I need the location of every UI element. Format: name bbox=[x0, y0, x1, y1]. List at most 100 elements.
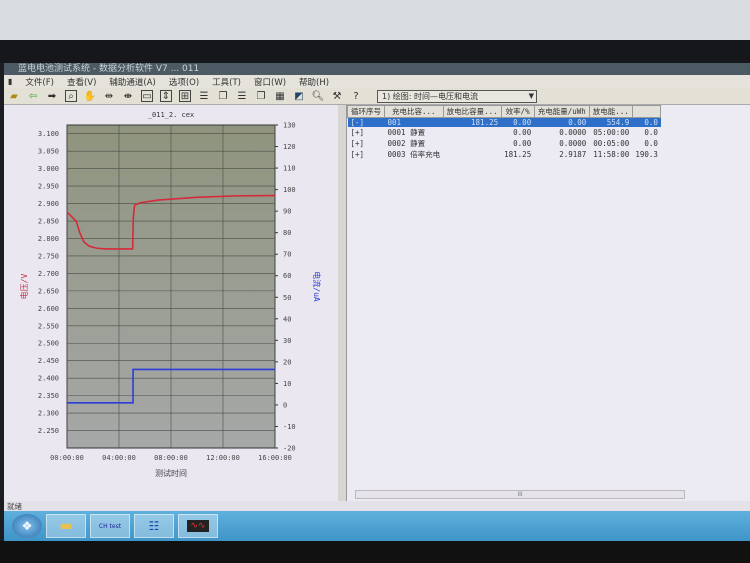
y2-tick-label: 100 bbox=[283, 186, 296, 194]
menu-aux-channel[interactable]: 辅助通道(A) bbox=[109, 76, 155, 88]
taskbar: ❖ ▬ CH test ☷ ∿∿ bbox=[4, 511, 750, 541]
column-header[interactable]: 充电比容... bbox=[384, 105, 444, 118]
table-row[interactable]: [+] 0002 静置 0.00 0.0000 00:05:00 0.0 bbox=[348, 138, 661, 149]
table-cell: 181.25 bbox=[504, 150, 532, 159]
search-icon[interactable]: 🔍︎ bbox=[312, 90, 325, 102]
start-button[interactable]: ❖ bbox=[12, 514, 42, 538]
x-tick-label: 00:00:00 bbox=[50, 454, 84, 462]
column-header[interactable]: 效率/% bbox=[500, 105, 535, 118]
hand-pan-icon[interactable]: ✋ bbox=[84, 90, 96, 102]
app-icon: ▮ bbox=[8, 77, 13, 86]
menu-tools[interactable]: 工具(T) bbox=[212, 76, 241, 88]
column-header[interactable]: 放电比容量... bbox=[442, 105, 502, 118]
y-tick-label: 2.750 bbox=[38, 252, 59, 260]
y-tick-label: 2.850 bbox=[38, 218, 59, 226]
y2-tick-label: 20 bbox=[283, 358, 291, 366]
hammer-icon[interactable]: ⚒ bbox=[331, 90, 343, 102]
table-cell: 0.0 bbox=[632, 117, 661, 127]
table-cell bbox=[443, 127, 501, 138]
y-tick-label: 2.550 bbox=[38, 322, 59, 330]
copy-list-2-icon[interactable]: ❐ bbox=[255, 90, 267, 102]
y-tick-label: 2.950 bbox=[38, 183, 59, 191]
help-icon[interactable]: ? bbox=[350, 90, 362, 102]
expand-horizontal-icon[interactable]: ⇹ bbox=[103, 90, 115, 102]
back-arrow-icon[interactable]: ⇦ bbox=[27, 90, 39, 102]
splitter[interactable] bbox=[338, 105, 346, 501]
column-header[interactable] bbox=[631, 105, 662, 118]
open-folder-icon[interactable]: ▰ bbox=[8, 90, 20, 102]
monitor-bezel-bottom bbox=[0, 541, 750, 563]
waveform-icon: ∿∿ bbox=[187, 520, 209, 532]
y-tick-label: 3.100 bbox=[38, 130, 59, 138]
taskbar-explorer[interactable]: ▬ bbox=[46, 514, 86, 538]
menu-view[interactable]: 查看(V) bbox=[67, 76, 96, 88]
y-tick-label: 2.250 bbox=[38, 427, 59, 435]
table-cell: 554.9 bbox=[589, 117, 633, 127]
table-cell: 0.00 bbox=[513, 128, 532, 137]
monitor-bezel bbox=[0, 40, 750, 63]
table-cell: 00:05:00 bbox=[593, 139, 630, 148]
taskbar-analyzer[interactable]: ∿∿ bbox=[178, 514, 218, 538]
y2-tick-label: 130 bbox=[283, 122, 296, 130]
y-tick-label: 2.650 bbox=[38, 287, 59, 295]
taskbar-monitor[interactable]: ☷ bbox=[134, 514, 174, 538]
fit-all-icon[interactable]: ⊞ bbox=[179, 90, 191, 102]
y2-tick-label: 10 bbox=[283, 380, 291, 388]
y-tick-label: 2.600 bbox=[38, 305, 59, 313]
menu-file[interactable]: 文件(F) bbox=[25, 76, 54, 88]
taskbar-ch-test[interactable]: CH test bbox=[90, 514, 130, 538]
menu-bar: ▮ 文件(F) 查看(V) 辅助通道(A) 选项(O) 工具(T) 窗口(W) … bbox=[4, 75, 750, 88]
list-icon[interactable]: ☰ bbox=[198, 90, 210, 102]
table-cell: 181.25 bbox=[443, 117, 502, 127]
y-tick-label: 2.450 bbox=[38, 357, 59, 365]
chart-pane: _011_2. cex 3.100 3.050 3.000 2.950 2.900 2.85… bbox=[4, 105, 338, 501]
table-row[interactable]: [-] 001 181.25 0.00 0.00 554.9 0.0 bbox=[347, 117, 661, 127]
menu-options[interactable]: 选项(O) bbox=[169, 76, 199, 88]
table-cell: 190.3 bbox=[635, 150, 658, 159]
table-cell bbox=[443, 138, 501, 149]
chart-icon[interactable]: ◩ bbox=[293, 90, 305, 102]
column-header[interactable]: 循环序号 bbox=[347, 105, 385, 118]
y2-tick-label: 120 bbox=[283, 143, 296, 151]
y2-tick-label: 30 bbox=[283, 337, 291, 345]
zoom-box-icon[interactable]: ⌕ bbox=[65, 90, 77, 102]
y-tick-label: 2.300 bbox=[38, 410, 59, 418]
data-table-pane: 循环序号 充电比容... 放电比容量... 效率/% 充电能量/uWh 放电能... [-… bbox=[346, 105, 750, 501]
table-row[interactable]: [+] 0001 静置 0.00 0.0000 05:00:00 0.0 bbox=[348, 127, 661, 138]
menu-help[interactable]: 帮助(H) bbox=[299, 76, 329, 88]
table-cell: 0.00 bbox=[534, 117, 590, 127]
y2-axis-label: 电流/uA bbox=[312, 271, 322, 302]
computer-icon: ☷ bbox=[148, 519, 160, 533]
menu-window[interactable]: 窗口(W) bbox=[254, 76, 286, 88]
column-header[interactable]: 充电能量/uWh bbox=[533, 105, 590, 118]
table-cell: 0001 静置 bbox=[387, 128, 426, 137]
table-row[interactable]: [+] 0003 倍率充电 181.25 2.9187 11:58:00 190.3 bbox=[348, 149, 661, 160]
status-bar: 就绪 bbox=[4, 501, 750, 511]
forward-arrow-icon[interactable]: ➡ bbox=[46, 90, 58, 102]
table-cell: 0.0000 bbox=[559, 128, 587, 137]
x-tick-label: 12:00:00 bbox=[206, 454, 240, 462]
y2-tick-label: 90 bbox=[283, 208, 291, 216]
fit-height-icon[interactable]: ⇕ bbox=[160, 90, 172, 102]
view-select[interactable]: 1) 绘图: 时间—电压和电流 ▼ bbox=[377, 89, 537, 103]
table-cell: 11:58:00 bbox=[593, 150, 630, 159]
chevron-down-icon: ▼ bbox=[528, 91, 534, 100]
y2-tick-label: 80 bbox=[283, 229, 291, 237]
y-tick-label: 2.800 bbox=[38, 235, 59, 243]
table-cell: [+] bbox=[350, 128, 365, 137]
view-select-value: 1) 绘图: 时间—电压和电流 bbox=[382, 91, 478, 101]
y2-tick-label: 40 bbox=[283, 315, 291, 323]
fit-width-icon[interactable]: ▭ bbox=[141, 90, 153, 102]
grid-icon[interactable]: ▦ bbox=[274, 90, 286, 102]
horizontal-scrollbar[interactable]: III bbox=[355, 490, 685, 499]
table-cell: 0.00 bbox=[513, 139, 532, 148]
y2-tick-label: 60 bbox=[283, 272, 291, 280]
shrink-horizontal-icon[interactable]: ⇼ bbox=[122, 90, 134, 102]
x-axis-label: 测试时间 bbox=[155, 468, 187, 478]
list-2-icon[interactable]: ☰ bbox=[236, 90, 248, 102]
screen: 蓝电电池测试系统 - 数据分析软件 V7 ... 011 ▮ 文件(F) 查看(… bbox=[4, 63, 750, 541]
table-cell: [+] bbox=[350, 150, 365, 159]
copy-list-icon[interactable]: ❐ bbox=[217, 90, 229, 102]
y2-tick-label: -20 bbox=[283, 445, 296, 453]
column-header[interactable]: 放电能... bbox=[588, 105, 633, 118]
